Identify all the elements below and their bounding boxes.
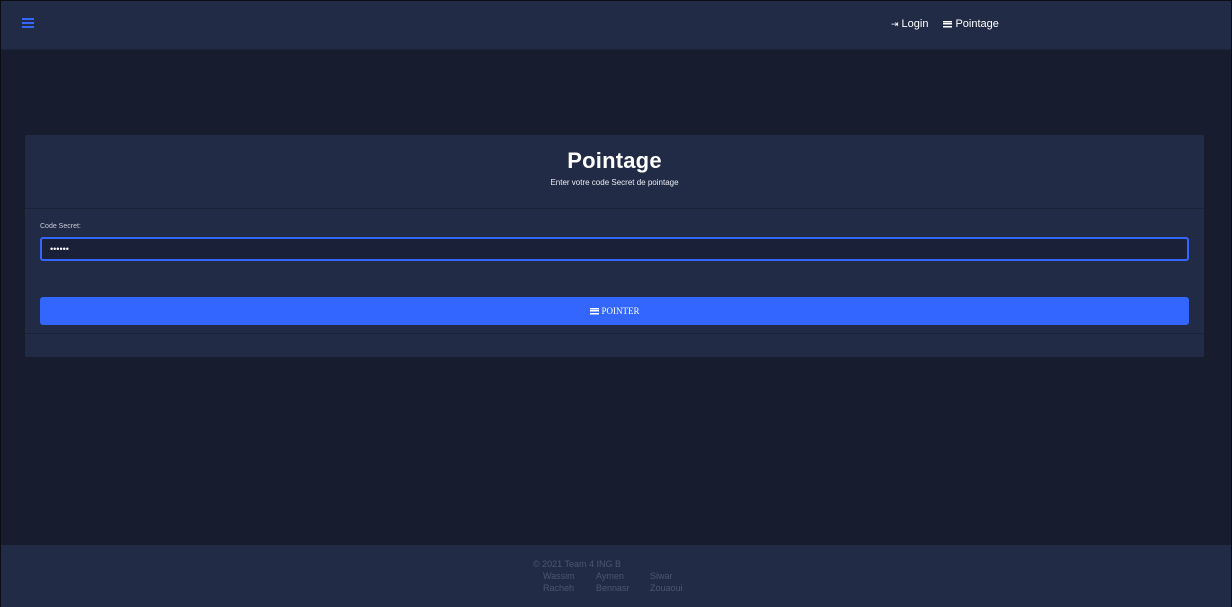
list-icon [943, 20, 953, 28]
hamburger-menu-icon[interactable] [22, 18, 34, 30]
team-member-name: Bennasr [596, 583, 630, 593]
pointage-card: Pointage Enter votre code Secret de poin… [25, 135, 1204, 357]
footer: © 2021 Team 4 ING B Wassim Aymen Siwar R… [1, 545, 1231, 607]
team-member-name: Wassim [543, 571, 575, 581]
card-header: Pointage Enter votre code Secret de poin… [25, 135, 1204, 209]
team-member-name: Zouaoui [650, 583, 683, 593]
sign-in-icon: ⇥ [891, 18, 899, 29]
page-title: Pointage [567, 148, 662, 173]
card-footer [25, 333, 1204, 357]
page-subtitle: Enter votre code Secret de pointage [550, 178, 679, 187]
pointer-button-label: POINTER [601, 306, 640, 316]
copyright-text: © 2021 Team 4 ING B [533, 559, 622, 569]
nav-pointage-label: Pointage [955, 18, 999, 30]
team-member-name: Racheh [543, 583, 575, 593]
team-member-name: Siwar [650, 571, 673, 581]
nav-pointage-link[interactable]: Pointage [943, 18, 999, 30]
page: ⇥ Login Pointage Pointage Enter votre co… [0, 0, 1232, 607]
nav-links: ⇥ Login Pointage [891, 18, 999, 30]
nav-login-label: Login [901, 18, 929, 30]
secret-code-label: Code Secret: [40, 223, 81, 230]
nav-login-link[interactable]: ⇥ Login [891, 18, 928, 30]
list-icon [589, 307, 599, 315]
pointer-button[interactable]: POINTER [40, 297, 1189, 325]
navbar: ⇥ Login Pointage [1, 1, 1231, 50]
team-names: Wassim Aymen Siwar Racheh Bennasr Zouaou… [543, 571, 690, 593]
team-member-name: Aymen [596, 571, 624, 581]
secret-code-input[interactable] [40, 237, 1189, 261]
